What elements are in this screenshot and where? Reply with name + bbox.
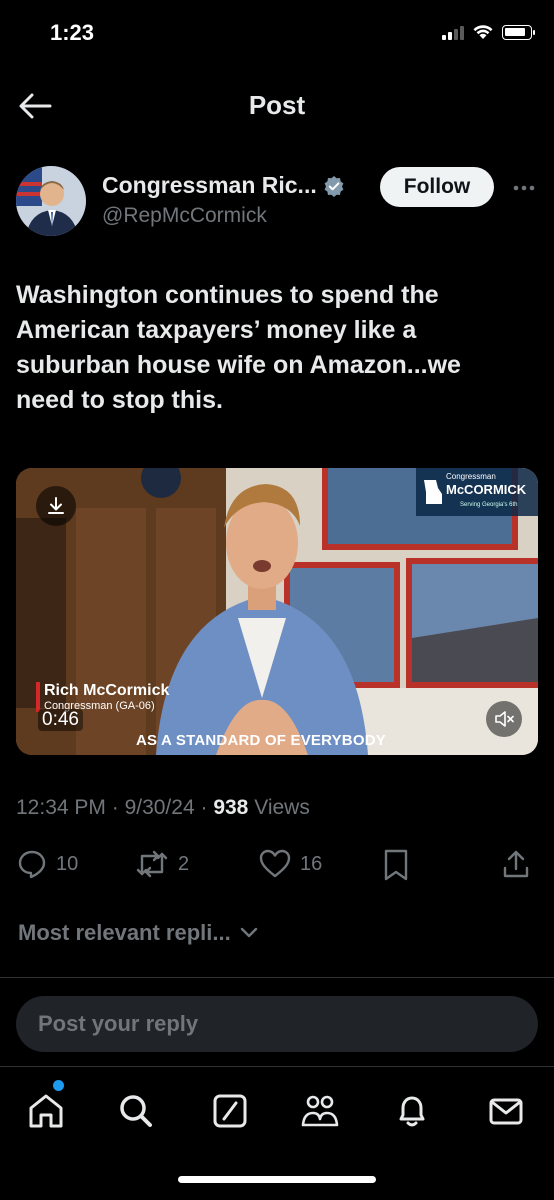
wifi-icon [473, 25, 493, 39]
action-bar: 10 2 16 [0, 844, 554, 888]
reply-icon [18, 850, 46, 879]
signal-icon [442, 24, 464, 40]
header: Post [0, 70, 554, 142]
nav-grok[interactable] [208, 1089, 252, 1133]
replies-sort-dropdown[interactable]: Most relevant repli... [18, 920, 259, 946]
repost-count: 2 [178, 852, 190, 875]
share-action[interactable] [500, 848, 532, 880]
bookmark-action[interactable] [382, 848, 410, 882]
name-row: Congressman Ric... [102, 172, 345, 199]
heart-icon [259, 849, 291, 878]
video-caption: AS A STANDARD OF EVERYBODY [136, 732, 386, 749]
divider [0, 977, 554, 978]
author-row: Congressman Ric... @RepMcCormick Follow [16, 162, 538, 242]
battery-icon [502, 24, 535, 40]
search-icon [120, 1095, 152, 1127]
avatar[interactable] [16, 166, 86, 236]
like-count: 16 [300, 852, 323, 875]
download-button[interactable] [36, 486, 76, 526]
lower-third-name: Rich McCormick [44, 682, 170, 699]
mute-button[interactable] [486, 701, 522, 737]
brand-sub-text: Serving Georgia's 6th [460, 502, 518, 508]
video-duration: 0:46 [38, 709, 83, 731]
views-count[interactable]: 938 [213, 796, 248, 819]
new-posts-dot [53, 1080, 64, 1091]
more-horizontal-icon[interactable] [512, 184, 536, 192]
messages-icon [489, 1098, 523, 1125]
repost-icon [136, 850, 168, 878]
nav-messages[interactable] [484, 1089, 528, 1133]
share-icon [503, 850, 529, 878]
speaker-muted-icon [495, 711, 514, 727]
follow-button[interactable]: Follow [380, 167, 494, 207]
meta-separator: · [200, 796, 214, 819]
repost-action[interactable]: 2 [134, 848, 189, 880]
brand-small-text: Congressman [446, 472, 496, 481]
like-action[interactable]: 16 [258, 848, 322, 880]
nav-notifications[interactable] [390, 1089, 434, 1133]
video-player[interactable]: Congressman McCORMICK Serving Georgia's … [16, 468, 538, 755]
bottom-nav [0, 1066, 554, 1156]
notifications-icon [399, 1096, 425, 1127]
post-meta: 12:34 PM · 9/30/24 · 938 Views [16, 796, 310, 820]
views-label: Views [254, 796, 310, 819]
verified-badge-icon [324, 175, 344, 197]
grok-icon [213, 1094, 247, 1128]
video-brand-logo: Congressman McCORMICK Serving Georgia's … [416, 468, 538, 516]
reply-box [16, 996, 538, 1052]
video-lower-third: Rich McCormick Congressman (GA-06) [36, 682, 169, 712]
nav-home[interactable] [24, 1089, 68, 1133]
post-date: 9/30/24 [124, 796, 195, 819]
chevron-down-icon [240, 927, 257, 938]
reply-action[interactable]: 10 [16, 848, 78, 880]
meta-separator: · [111, 796, 125, 819]
home-indicator[interactable] [178, 1176, 376, 1183]
status-time: 1:23 [50, 20, 95, 45]
communities-icon [301, 1095, 339, 1127]
reply-input[interactable] [16, 996, 538, 1052]
georgia-map-icon [424, 480, 442, 504]
post-time: 12:34 PM [16, 796, 106, 819]
replies-sort-label: Most relevant repli... [18, 920, 231, 945]
reply-count: 10 [56, 852, 79, 875]
status-icons [442, 24, 535, 40]
display-name[interactable]: Congressman Ric... [102, 172, 317, 199]
status-bar: 1:23 [0, 0, 554, 70]
tweet-text: Washington continues to spend the Americ… [16, 281, 461, 414]
nav-communities[interactable] [298, 1089, 342, 1133]
home-icon [29, 1094, 63, 1128]
nav-search[interactable] [114, 1089, 158, 1133]
author-handle[interactable]: @RepMcCormick [102, 204, 267, 228]
download-icon [48, 497, 64, 514]
page-title: Post [248, 90, 306, 120]
brand-main-text: McCORMICK [446, 482, 527, 497]
bookmark-icon [384, 849, 408, 881]
